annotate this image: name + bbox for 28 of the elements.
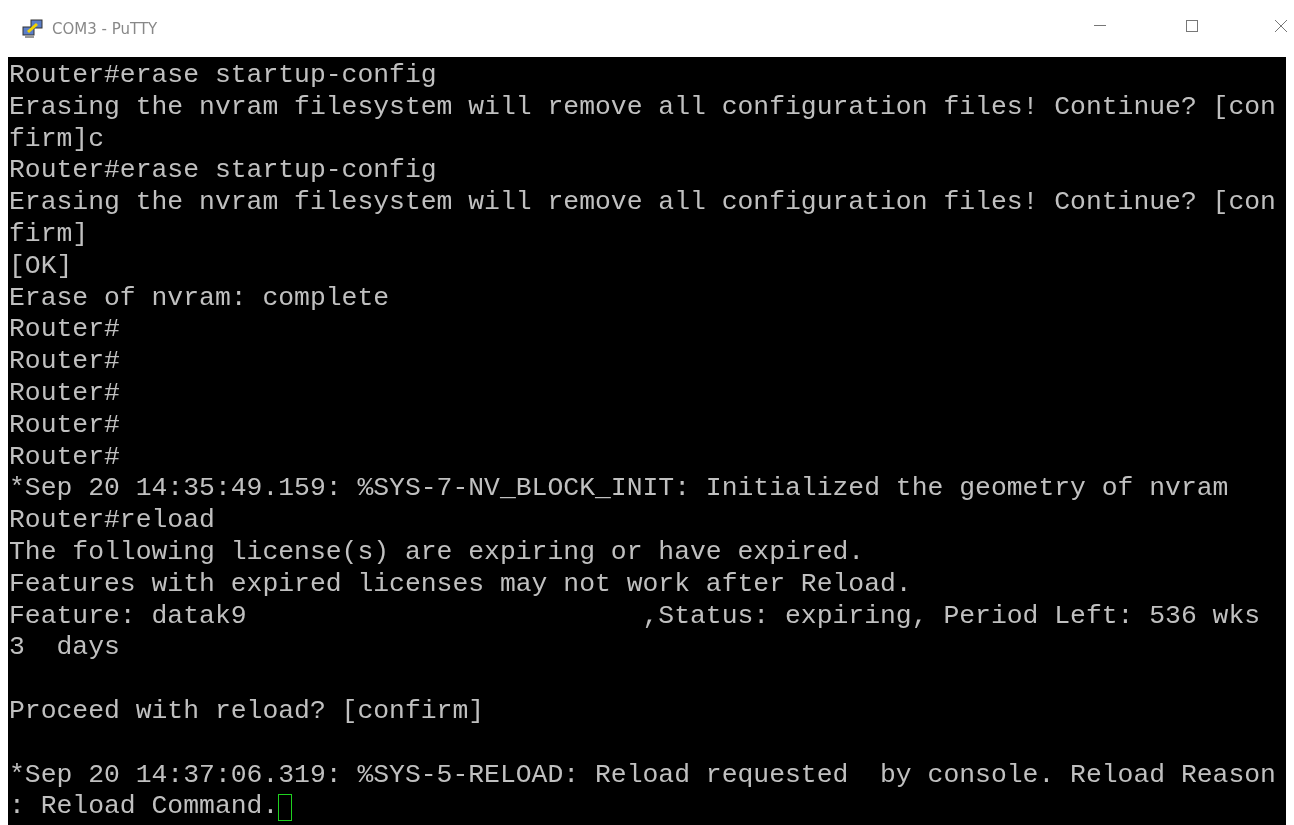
terminal-line: *Sep 20 14:35:49.159: %SYS-7-NV_BLOCK_INIT: Initialized the geometry of nvram bbox=[9, 473, 1229, 506]
terminal-line: Proceed with reload? [confirm] bbox=[9, 695, 485, 728]
terminal-line: Erase of nvram: complete bbox=[9, 282, 390, 315]
terminal-line: firm]c bbox=[9, 123, 105, 156]
terminal-line: Erasing the nvram filesystem will remove all configuration files! Continue? [con bbox=[9, 91, 1276, 124]
maximize-icon bbox=[1185, 18, 1199, 33]
terminal-line: Feature: datak9 ,Status: expiring, Period Left: 536 wks bbox=[9, 600, 1261, 633]
terminal-line: Router#erase startup-config bbox=[9, 60, 437, 92]
terminal-line: Router#erase startup-config bbox=[9, 155, 437, 188]
terminal-line: 3 days bbox=[9, 632, 120, 665]
terminal-line: Router# bbox=[9, 314, 120, 347]
terminal-line: firm] bbox=[9, 219, 89, 251]
close-icon bbox=[1274, 18, 1288, 33]
minimize-icon bbox=[1094, 25, 1106, 26]
terminal-line: Erasing the nvram filesystem will remove all configuration files! Continue? [con bbox=[9, 187, 1276, 219]
terminal-line: Router# bbox=[9, 409, 120, 442]
terminal-line: *Sep 20 14:37:06.319: %SYS-5-RELOAD: Reload requested by console. Reload Reason bbox=[9, 759, 1276, 792]
terminal-line: : Reload Command. bbox=[9, 791, 279, 824]
terminal-line: The following license(s) are expiring or have expired. bbox=[9, 536, 865, 569]
terminal-line: Router# bbox=[9, 441, 120, 474]
terminal-line: Router# bbox=[9, 377, 120, 410]
terminal-line: Features with expired licenses may not work after Reload. bbox=[9, 568, 912, 601]
computers-icon bbox=[22, 18, 44, 39]
window-title: COM3 - PuTTY bbox=[52, 19, 158, 38]
text-cursor bbox=[278, 793, 293, 821]
terminal-line: Router# bbox=[9, 346, 120, 378]
terminal-line: [OK] bbox=[9, 250, 73, 283]
terminal-line: Router#reload bbox=[9, 505, 215, 537]
